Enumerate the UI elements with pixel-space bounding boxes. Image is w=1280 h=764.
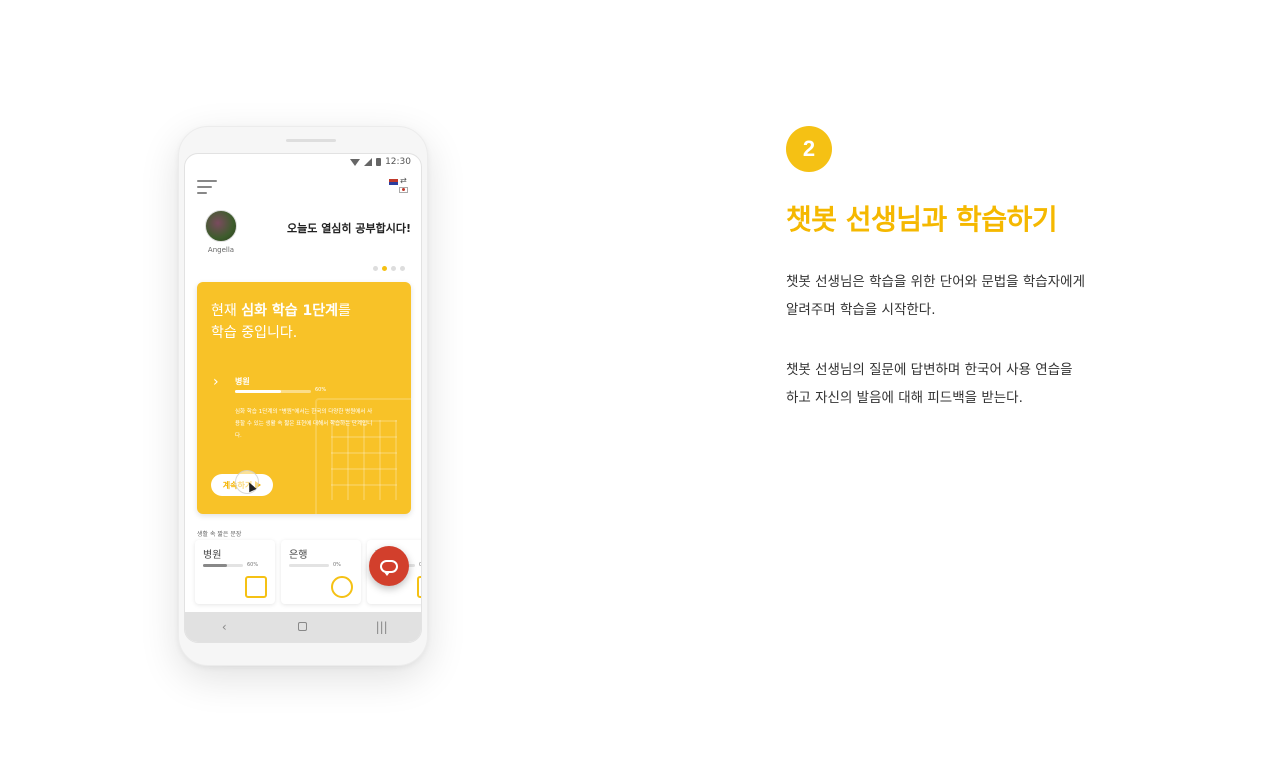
- tile-label: 은행: [289, 550, 308, 561]
- swap-icon: ⇄: [400, 176, 407, 185]
- app-top-bar: ⇄: [185, 176, 421, 200]
- lesson-progress-label: 60%: [315, 387, 327, 393]
- section-heading: 챗봇 선생님과 학습하기: [786, 203, 1058, 236]
- step-number-badge: 2: [786, 126, 832, 172]
- tile-progress-bar: [289, 564, 329, 567]
- topic-tile-bank[interactable]: 은행 0%: [281, 540, 361, 604]
- status-time: 12:30: [385, 157, 411, 167]
- wifi-icon: [350, 158, 361, 166]
- flag-icon: [389, 179, 398, 185]
- phone-speaker: [286, 139, 336, 142]
- topic-tile-hospital[interactable]: 병원 60%: [195, 540, 275, 604]
- lesson-progress-bar: [235, 390, 311, 393]
- chatbot-fab[interactable]: [369, 546, 409, 586]
- carousel-dot[interactable]: [400, 266, 405, 271]
- system-nav-bar: ‹ |||: [185, 612, 421, 642]
- battery-icon: [376, 158, 382, 166]
- card-title-level: 심화 학습 1단계: [241, 303, 338, 319]
- current-lesson-card[interactable]: 현재 심화 학습 1단계를 학습 중입니다. › 병원 60% 심화 학습 1단…: [197, 282, 411, 514]
- recent-apps-button[interactable]: |||: [367, 620, 397, 634]
- home-button[interactable]: [288, 620, 318, 634]
- home-icon: [298, 622, 308, 631]
- signal-icon: [364, 158, 373, 166]
- tile-progress-label: 0%: [419, 562, 422, 568]
- paragraph-line: 알려주며 학습을 시작한다.: [786, 302, 936, 318]
- tile-label: 병원: [203, 550, 222, 561]
- paragraph-line: 챗봇 선생님은 학습을 위한 단어와 문법을 학습자에게: [786, 274, 1085, 290]
- greeting-text: 오늘도 열심히 공부합시다!: [287, 222, 411, 235]
- chat-bubble-icon: [380, 559, 398, 576]
- description-paragraph-1: 챗봇 선생님은 학습을 위한 단어와 문법을 학습자에게 알려주며 학습을 시작…: [786, 268, 1146, 324]
- carousel-dot-active[interactable]: [382, 266, 387, 271]
- carousel-dot[interactable]: [373, 266, 378, 271]
- carousel-dot[interactable]: [391, 266, 396, 271]
- coins-icon: [331, 576, 353, 598]
- description-paragraph-2: 챗봇 선생님의 질문에 답변하며 한국어 사용 연습을 하고 자신의 발음에 대…: [786, 356, 1146, 412]
- app-screen: 12:30 ⇄ Angella 오늘도 열심히 공부합시다! 현재 심화 학습 …: [184, 153, 422, 643]
- hospital-icon: [245, 576, 267, 598]
- back-button[interactable]: ‹: [209, 620, 239, 634]
- paragraph-line: 챗봇 선생님의 질문에 답변하며 한국어 사용 연습을: [786, 362, 1073, 378]
- section-label: 생활 속 짧은 문장: [197, 531, 242, 538]
- card-title-suffix: 를: [338, 303, 351, 319]
- paragraph-line: 하고 자신의 발음에 대해 피드백을 받는다.: [786, 390, 1023, 406]
- lesson-description: 심화 학습 1단계의 "병원"에서는 한국의 다양한 병원에서 사용할 수 있는…: [235, 409, 373, 439]
- user-profile[interactable]: Angella: [201, 210, 241, 254]
- tile-progress-label: 0%: [333, 562, 341, 568]
- username: Angella: [207, 246, 235, 254]
- tile-progress-fill: [203, 564, 227, 567]
- korea-flag-icon: [399, 187, 408, 193]
- school-icon: [417, 576, 421, 598]
- lesson-progress-fill: [235, 390, 281, 393]
- avatar[interactable]: [205, 210, 237, 242]
- card-title-line2: 학습 중입니다.: [211, 325, 298, 341]
- tile-progress-label: 60%: [247, 562, 259, 568]
- tile-progress-bar: [203, 564, 243, 567]
- carousel-indicator: [373, 266, 405, 271]
- card-title: 현재 심화 학습 1단계를 학습 중입니다.: [211, 300, 351, 344]
- card-title-prefix: 현재: [211, 303, 242, 319]
- menu-icon[interactable]: [197, 179, 219, 195]
- phone-mockup: 12:30 ⇄ Angella 오늘도 열심히 공부합시다! 현재 심화 학습 …: [178, 126, 428, 666]
- status-bar: 12:30: [185, 154, 421, 170]
- chevron-right-icon: ›: [213, 374, 219, 390]
- language-switch-icon[interactable]: ⇄: [389, 176, 411, 196]
- lesson-name: 병원: [235, 377, 250, 386]
